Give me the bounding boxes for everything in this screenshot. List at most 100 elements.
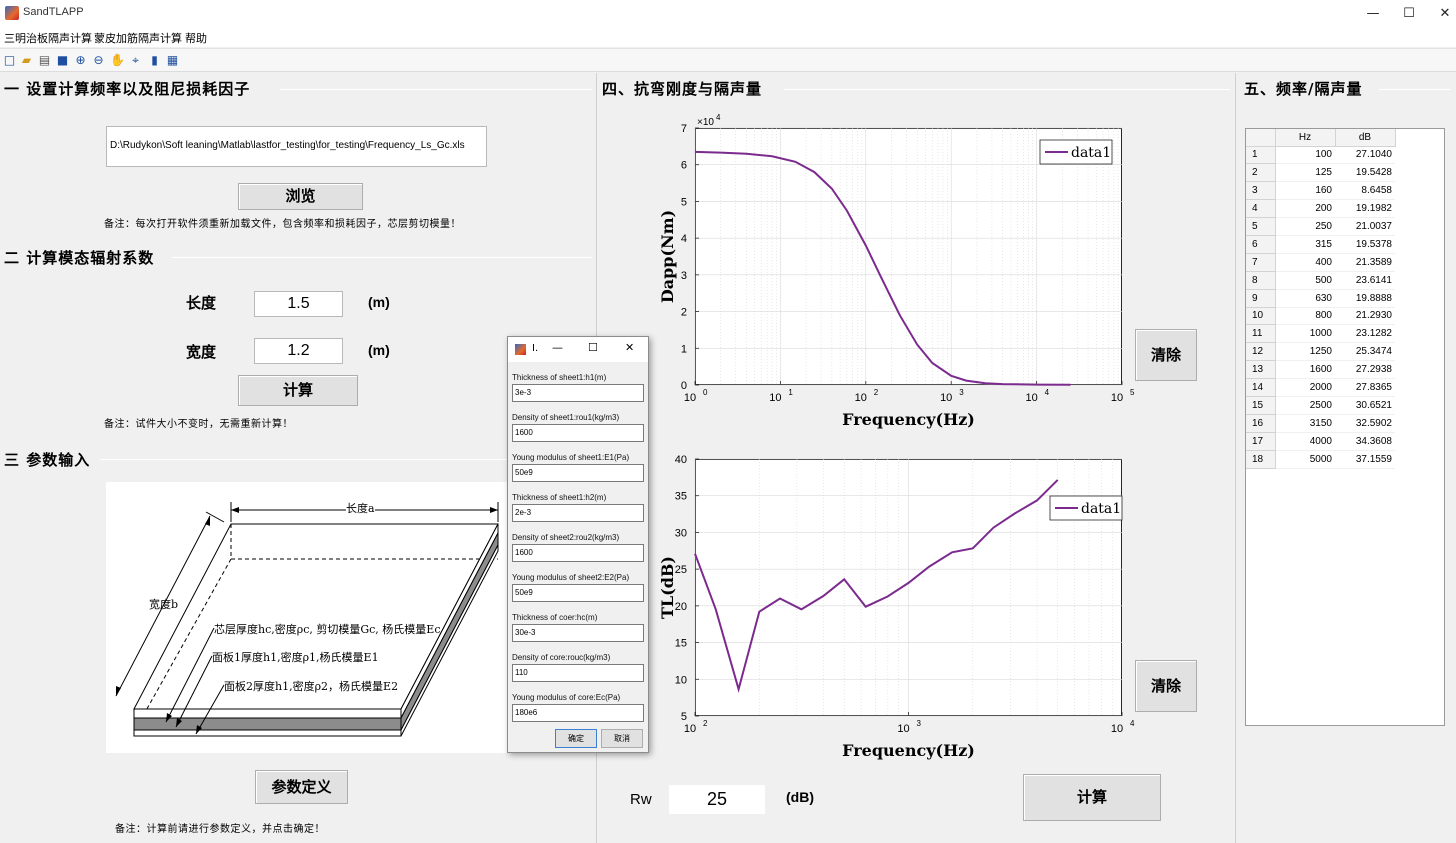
cell-hz[interactable]: 2500 <box>1275 396 1335 415</box>
table-row[interactable]: 1 100 27.1040 <box>1246 146 1395 165</box>
row-index[interactable]: 5 <box>1246 217 1276 236</box>
dialog-field-input[interactable]: 180e6 <box>512 704 644 722</box>
dialog-ok-button[interactable]: 确定 <box>555 729 597 748</box>
x-tick-label: 10 <box>897 723 909 735</box>
dialog-field-input[interactable]: 3e-3 <box>512 384 644 402</box>
row-index[interactable]: 4 <box>1246 199 1276 219</box>
row-index[interactable]: 8 <box>1246 271 1276 290</box>
dialog-close-button[interactable]: ✕ <box>625 341 634 354</box>
table-row[interactable]: 10 800 21.2930 <box>1246 307 1395 326</box>
x-tick-exponent: 2 <box>703 719 708 728</box>
cell-db[interactable]: 32.5902 <box>1335 414 1395 433</box>
row-index[interactable]: 10 <box>1246 307 1276 326</box>
dialog-field-input[interactable]: 1600 <box>512 424 644 442</box>
row-index[interactable]: 15 <box>1246 396 1276 415</box>
cell-db[interactable]: 27.1040 <box>1335 146 1395 165</box>
cell-hz[interactable]: 630 <box>1275 289 1335 308</box>
cell-hz[interactable]: 125 <box>1275 163 1335 183</box>
series-line-data1 <box>694 479 1059 693</box>
row-index[interactable]: 16 <box>1246 414 1276 433</box>
row-index[interactable]: 11 <box>1246 324 1276 344</box>
table-row[interactable]: 7 400 21.3589 <box>1246 253 1395 272</box>
cell-db[interactable]: 37.1559 <box>1335 450 1395 469</box>
cell-db[interactable]: 8.6458 <box>1335 181 1395 201</box>
cell-hz[interactable]: 500 <box>1275 271 1335 290</box>
table-row[interactable]: 18 5000 37.1559 <box>1246 450 1395 469</box>
column-header-db[interactable]: dB <box>1335 129 1396 147</box>
cell-hz[interactable]: 800 <box>1275 307 1335 326</box>
cell-hz[interactable]: 4000 <box>1275 432 1335 451</box>
cell-db[interactable]: 25.3474 <box>1335 342 1395 362</box>
table-row[interactable]: 16 3150 32.5902 <box>1246 414 1395 433</box>
cell-hz[interactable]: 5000 <box>1275 450 1335 469</box>
cell-hz[interactable]: 3150 <box>1275 414 1335 433</box>
dialog-field-input[interactable]: 1600 <box>512 544 644 562</box>
cell-hz[interactable]: 1000 <box>1275 324 1335 344</box>
dialog-field-input[interactable]: 50e9 <box>512 584 644 602</box>
dialog-title-bar: I. — ☐ ✕ <box>508 337 648 362</box>
cell-db[interactable]: 23.1282 <box>1335 324 1395 344</box>
cell-hz[interactable]: 315 <box>1275 235 1335 254</box>
table-row[interactable]: 4 200 19.1982 <box>1246 199 1395 219</box>
dialog-maximize-button[interactable]: ☐ <box>588 341 598 354</box>
cell-hz[interactable]: 1600 <box>1275 360 1335 380</box>
table-row[interactable]: 3 160 8.6458 <box>1246 181 1395 201</box>
dialog-field-input[interactable]: 2e-3 <box>512 504 644 522</box>
table-row[interactable]: 14 2000 27.8365 <box>1246 378 1395 397</box>
dialog-field-label: Young modulus of sheet1:E1(Pa) <box>512 453 630 462</box>
cell-hz[interactable]: 250 <box>1275 217 1335 236</box>
table-row[interactable]: 8 500 23.6141 <box>1246 271 1395 290</box>
table-row[interactable]: 11 1000 23.1282 <box>1246 324 1395 344</box>
freq-tl-table[interactable]: Hz dB 1 100 27.1040 2 125 19.5428 3 160 8.6458 4 2… <box>1245 128 1445 726</box>
row-index[interactable]: 17 <box>1246 432 1276 451</box>
table-row[interactable]: 15 2500 30.6521 <box>1246 396 1395 415</box>
cell-db[interactable]: 19.5378 <box>1335 235 1395 254</box>
cell-hz[interactable]: 1250 <box>1275 342 1335 362</box>
cell-hz[interactable]: 400 <box>1275 253 1335 272</box>
cell-db[interactable]: 21.2930 <box>1335 307 1395 326</box>
cell-db[interactable]: 21.0037 <box>1335 217 1395 236</box>
table-row[interactable]: 17 4000 34.3608 <box>1246 432 1395 451</box>
cell-hz[interactable]: 160 <box>1275 181 1335 201</box>
table-row[interactable]: 2 125 19.5428 <box>1246 163 1395 183</box>
cell-db[interactable]: 30.6521 <box>1335 396 1395 415</box>
table-row[interactable]: 5 250 21.0037 <box>1246 217 1395 236</box>
cell-hz[interactable]: 100 <box>1275 146 1335 165</box>
y-tick-label: 15 <box>675 638 687 650</box>
cell-db[interactable]: 27.8365 <box>1335 378 1395 397</box>
cell-db[interactable]: 23.6141 <box>1335 271 1395 290</box>
row-index[interactable]: 6 <box>1246 235 1276 254</box>
results-table: Hz dB 1 100 27.1040 2 125 19.5428 3 160 8.6458 4 2… <box>1246 129 1396 469</box>
dialog-field-input[interactable]: 50e9 <box>512 464 644 482</box>
row-index[interactable]: 7 <box>1246 253 1276 272</box>
cell-db[interactable]: 34.3608 <box>1335 432 1395 451</box>
cell-db[interactable]: 19.5428 <box>1335 163 1395 183</box>
y-tick-label: 35 <box>675 491 687 503</box>
section5-title: 五、频率/隔声量 <box>1244 80 1363 98</box>
table-row[interactable]: 12 1250 25.3474 <box>1246 342 1395 362</box>
table-row[interactable]: 6 315 19.5378 <box>1246 235 1395 254</box>
table-row[interactable]: 13 1600 27.2938 <box>1246 360 1395 380</box>
cell-db[interactable]: 27.2938 <box>1335 360 1395 380</box>
row-index[interactable]: 18 <box>1246 450 1276 469</box>
row-index[interactable]: 14 <box>1246 378 1276 397</box>
dialog-field-label: Density of sheet1:rou1(kg/m3) <box>512 413 620 422</box>
cell-db[interactable]: 19.8888 <box>1335 289 1395 308</box>
row-index[interactable]: 2 <box>1246 163 1276 183</box>
column-header-hz[interactable]: Hz <box>1275 129 1336 147</box>
cell-hz[interactable]: 2000 <box>1275 378 1335 397</box>
dialog-field-input[interactable]: 30e-3 <box>512 624 644 642</box>
row-index[interactable]: 9 <box>1246 289 1276 308</box>
cell-db[interactable]: 19.1982 <box>1335 199 1395 219</box>
y-tick-label: 10 <box>675 674 687 686</box>
dialog-minimize-button[interactable]: — <box>552 341 563 354</box>
row-index[interactable]: 13 <box>1246 360 1276 380</box>
row-index[interactable]: 1 <box>1246 146 1276 165</box>
table-row[interactable]: 9 630 19.8888 <box>1246 289 1395 308</box>
cell-hz[interactable]: 200 <box>1275 199 1335 219</box>
row-index[interactable]: 12 <box>1246 342 1276 362</box>
dialog-field-input[interactable]: 110 <box>512 664 644 682</box>
row-index[interactable]: 3 <box>1246 181 1276 201</box>
cell-db[interactable]: 21.3589 <box>1335 253 1395 272</box>
dialog-cancel-button[interactable]: 取消 <box>601 729 643 748</box>
